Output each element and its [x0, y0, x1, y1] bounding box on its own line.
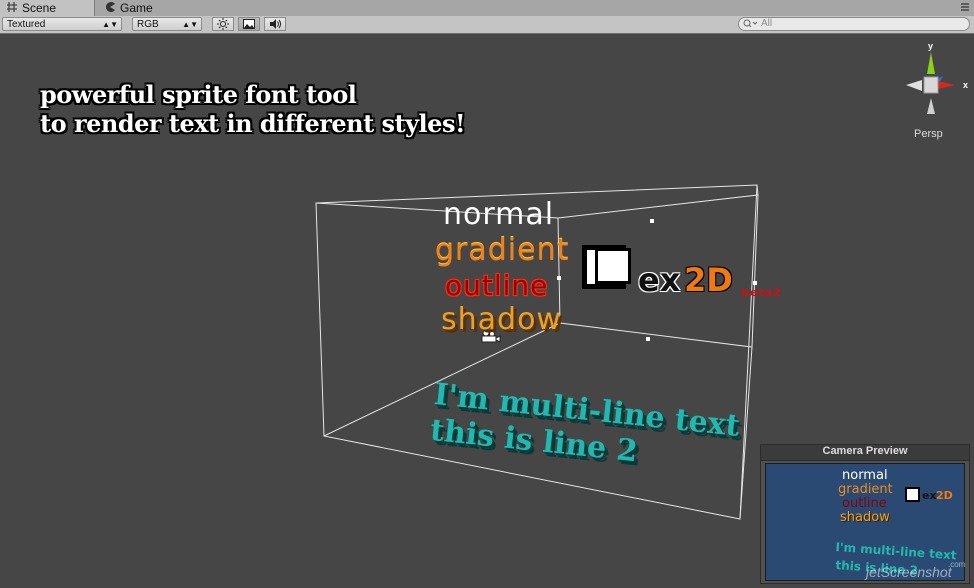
gizmo-center-cube: [923, 76, 939, 94]
preview-logo-square: [905, 487, 920, 502]
preview-shadow: shadow: [840, 510, 890, 525]
watermark: jetScreenshot .com: [866, 560, 965, 580]
sample-gradient: gradient: [435, 233, 570, 268]
preview-gradient: gradient: [838, 482, 893, 497]
watermark-text: jetScreenshot: [866, 564, 952, 580]
sample-outline: outline: [445, 269, 549, 302]
preview-logo-ex: ex: [922, 489, 937, 502]
gizmo-x-cone: [938, 81, 955, 89]
orientation-gizmo[interactable]: y x: [900, 38, 974, 140]
sample-shadow: shadow: [441, 302, 562, 337]
gizmo-axis-x-label: x: [963, 80, 968, 90]
preview-outline: outline: [842, 496, 887, 511]
sample-normal: normal: [443, 197, 555, 232]
preview-normal: normal: [842, 468, 888, 483]
camera-preview-panel: Camera Preview normal gradient outline s…: [760, 444, 970, 584]
gizmo-neg-y-cone: [927, 98, 935, 114]
headline-text: powerful sprite font tool to render text…: [40, 80, 466, 138]
gizmo-axis-y-label: y: [928, 41, 933, 51]
ex2d-logo-2d: 2D: [684, 261, 733, 299]
preview-logo-2d: 2D: [936, 489, 953, 502]
gizmo-y-cone: [927, 52, 935, 74]
watermark-sub: .com: [948, 560, 966, 569]
ex2d-logo-ex: ex: [638, 261, 681, 299]
ex2d-logo-beta: beta2: [741, 286, 782, 299]
camera-preview-title: Camera Preview: [761, 445, 969, 461]
headline-line-2: to render text in different styles!: [40, 109, 466, 138]
headline-line-1: powerful sprite font tool: [40, 80, 357, 109]
ex2d-logo-square: [582, 245, 631, 289]
gizmo-neg-x-cone: [906, 80, 922, 91]
projection-label[interactable]: Persp: [914, 128, 943, 140]
